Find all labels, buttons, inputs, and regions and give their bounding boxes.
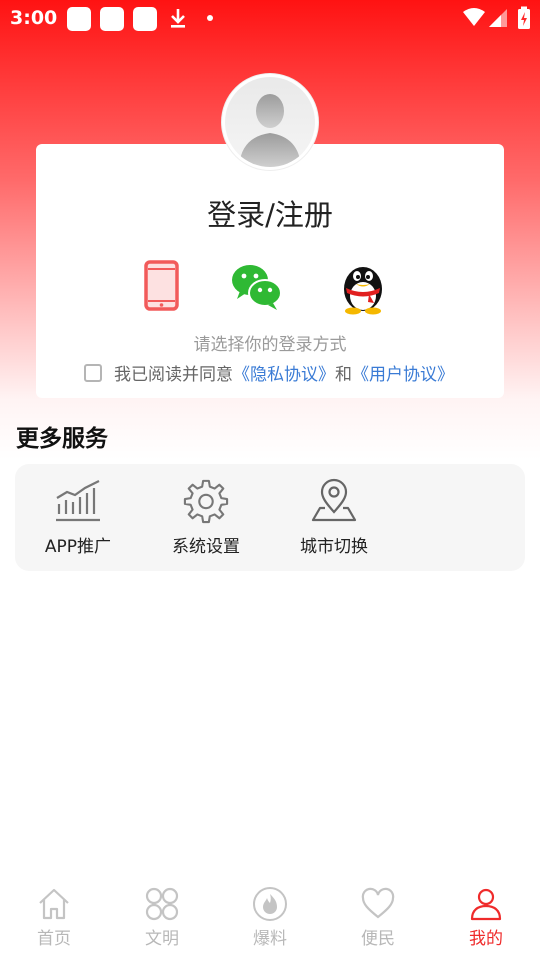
bar-chart-icon — [56, 480, 100, 522]
phone-login-button[interactable] — [133, 256, 193, 316]
tab-label: 便民 — [361, 929, 395, 949]
tab-label: 我的 — [469, 929, 503, 949]
user-avatar[interactable] — [222, 74, 318, 170]
location-pin-icon — [311, 478, 357, 522]
agreement-prefix-text: 我已阅读并同意 — [114, 365, 233, 385]
login-register-title[interactable]: 登录/注册 — [36, 192, 504, 234]
service-system-settings[interactable]: 系统设置 — [152, 478, 260, 564]
flame-icon — [253, 887, 287, 921]
tab-news-tips[interactable]: 爆料 — [216, 886, 324, 949]
qq-login-button[interactable] — [333, 256, 393, 316]
service-app-promotion[interactable]: APP推广 — [24, 478, 132, 564]
status-time: 3:00 — [10, 7, 58, 29]
home-icon — [39, 888, 69, 920]
app-notification-icon — [67, 7, 91, 31]
tab-label: 文明 — [145, 929, 179, 949]
qq-penguin-icon — [344, 267, 382, 315]
agreement-row: 我已阅读并同意 《隐私协议》 和 《用户协议》 — [84, 360, 454, 385]
battery-charging-icon — [518, 6, 530, 29]
service-label: 城市切换 — [300, 537, 368, 557]
wechat-icon — [232, 265, 282, 310]
tab-civilization[interactable]: 文明 — [108, 886, 216, 949]
wifi-icon — [463, 8, 485, 26]
gear-icon — [183, 479, 229, 524]
phone-icon — [144, 260, 179, 311]
user-agreement-link[interactable]: 《用户协议》 — [352, 360, 454, 385]
service-city-switch[interactable]: 城市切换 — [280, 478, 388, 564]
login-method-hint: 请选择你的登录方式 — [193, 335, 347, 355]
tab-label: 爆料 — [253, 929, 287, 949]
more-notifications-dot — [207, 15, 213, 21]
heart-icon — [361, 887, 395, 919]
tab-home[interactable]: 首页 — [0, 886, 108, 949]
tab-label: 首页 — [37, 929, 71, 949]
agreement-checkbox[interactable] — [84, 363, 102, 382]
service-label: APP推广 — [44, 537, 112, 557]
bottom-tab-bar: 首页 文明 爆料 便民 我的 — [0, 880, 540, 960]
download-icon — [171, 9, 185, 28]
services-panel: APP推广 系统设置 城市切换 — [15, 464, 525, 571]
service-label: 系统设置 — [172, 537, 240, 557]
app-notification-icon — [100, 7, 124, 31]
status-bar: 3:00 — [0, 0, 540, 38]
wechat-login-button[interactable] — [226, 256, 286, 316]
more-services-title: 更多服务 — [16, 426, 108, 452]
login-card: 登录/注册 请选择你的登录方式 我已阅读并同意 《隐私协议》 和 《用户协议》 — [36, 144, 504, 398]
default-avatar-icon — [225, 77, 315, 167]
agreement-and-text: 和 — [335, 365, 352, 385]
person-icon — [470, 888, 502, 921]
privacy-policy-link[interactable]: 《隐私协议》 — [233, 360, 335, 385]
cell-signal-icon — [489, 9, 507, 27]
grid-icon — [145, 887, 179, 921]
tab-mine[interactable]: 我的 — [432, 886, 540, 949]
tab-services[interactable]: 便民 — [324, 886, 432, 949]
app-notification-icon — [133, 7, 157, 31]
